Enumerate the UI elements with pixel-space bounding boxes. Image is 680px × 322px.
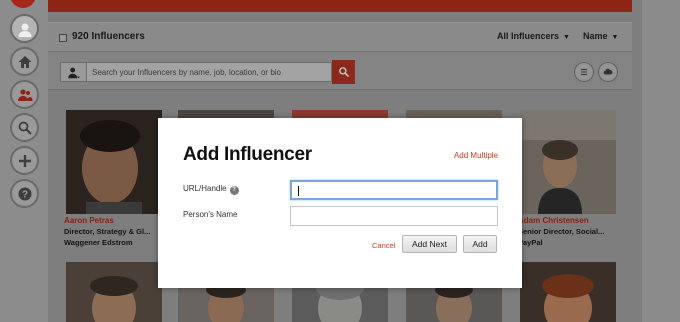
avatar-icon	[18, 23, 31, 37]
list-header: 920 Influencers All Influencers ▼ Name ▼	[48, 22, 632, 52]
influencer-company: Waggener Edstrom	[64, 238, 133, 247]
add-next-button[interactable]: Add Next	[402, 235, 457, 253]
svg-text:?: ?	[21, 189, 27, 200]
sort-label: Name	[583, 31, 608, 41]
sort-dropdown[interactable]: Name ▼	[583, 31, 618, 41]
cloud-icon	[603, 68, 613, 75]
portrait-image	[66, 110, 162, 214]
search-icon	[18, 121, 32, 135]
search-bar: Search your Influencers by name, job, lo…	[48, 52, 632, 90]
influencer-title: Director, Strategy & Gl...	[64, 227, 151, 236]
add-icon	[18, 154, 31, 167]
add-button[interactable]	[10, 146, 39, 175]
left-rail: ?	[0, 0, 48, 322]
url-handle-input[interactable]	[290, 180, 498, 200]
influencer-photo[interactable]	[520, 262, 616, 322]
influencers-button[interactable]	[10, 80, 39, 109]
text-cursor	[298, 186, 299, 196]
help-icon: ?	[18, 187, 31, 200]
home-button[interactable]	[10, 47, 39, 76]
notification-dot	[10, 0, 36, 8]
cloud-button[interactable]	[598, 62, 618, 82]
right-gutter	[642, 0, 680, 322]
portrait-image	[66, 262, 162, 322]
influencer-photo[interactable]	[66, 262, 162, 322]
search-button[interactable]	[332, 60, 355, 84]
influencer-name[interactable]: Aaron Petras	[64, 216, 114, 225]
chevron-down-icon: ▼	[611, 34, 619, 41]
chevron-down-icon: ▼	[563, 34, 570, 41]
person-filter-dropdown[interactable]	[60, 62, 86, 82]
persons-name-input[interactable]	[290, 206, 498, 226]
dialog-title: Add Influencer	[183, 144, 312, 165]
portrait-image	[520, 110, 616, 214]
filter-label: All Influencers	[497, 31, 560, 41]
cancel-link[interactable]: Cancel	[372, 241, 395, 250]
top-banner	[48, 0, 632, 12]
influencer-count: 920 Influencers	[72, 31, 145, 42]
influencer-photo[interactable]	[66, 110, 162, 214]
filter-dropdown[interactable]: All Influencers ▼	[497, 31, 570, 41]
add-multiple-link[interactable]: Add Multiple	[454, 151, 498, 160]
home-icon	[18, 55, 31, 68]
help-button[interactable]: ?	[10, 179, 39, 208]
influencer-title: Senior Director, Social...	[518, 227, 605, 236]
list-view-button[interactable]	[574, 62, 594, 82]
persons-name-label: Person's Name	[183, 210, 238, 219]
influencer-photo[interactable]	[520, 110, 616, 214]
search-icon	[338, 67, 349, 78]
search-input[interactable]: Search your Influencers by name, job, lo…	[86, 62, 332, 82]
portrait-image	[520, 262, 616, 322]
add-influencer-dialog: Add Influencer Add Multiple URL/Handle? …	[158, 118, 522, 288]
avatar-button[interactable]	[10, 14, 39, 43]
search-nav-button[interactable]	[10, 113, 39, 142]
select-all-checkbox[interactable]	[59, 34, 67, 42]
url-handle-label: URL/Handle?	[183, 184, 239, 195]
url-handle-label-text: URL/Handle	[183, 184, 227, 193]
help-icon[interactable]: ?	[229, 186, 239, 195]
influencer-name[interactable]: Adam Christensen	[518, 216, 589, 225]
influencers-icon	[17, 88, 32, 101]
add-submit-button[interactable]: Add	[463, 235, 497, 253]
list-view-icon	[580, 69, 588, 75]
person-icon	[68, 67, 80, 78]
